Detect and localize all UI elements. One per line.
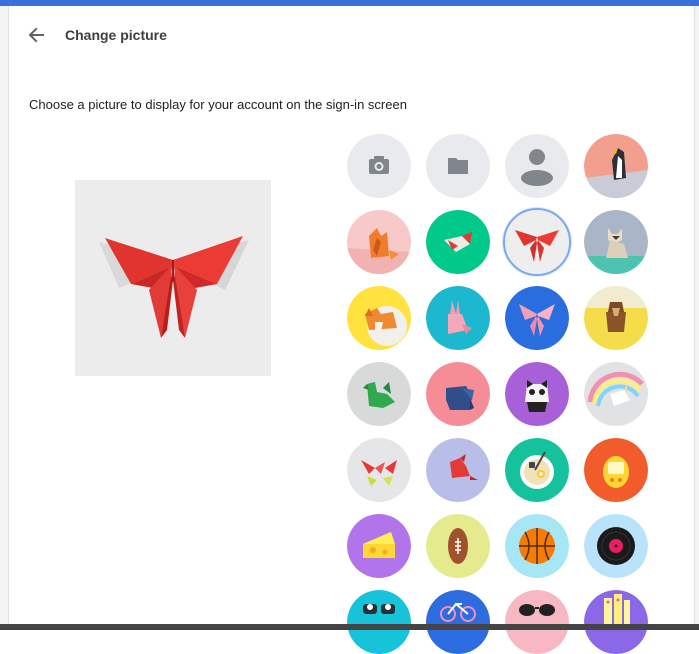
- window-right-edge: [694, 6, 699, 624]
- pet-toy-icon: [584, 438, 648, 502]
- origami-monkey[interactable]: [584, 286, 648, 350]
- origami-dragon[interactable]: [347, 362, 411, 426]
- sushi[interactable]: [347, 590, 411, 654]
- bicycle[interactable]: [426, 590, 490, 654]
- bird-icon: [426, 210, 490, 274]
- city-lights[interactable]: [584, 590, 648, 654]
- top-accent-bar: [0, 0, 699, 6]
- record-icon: [584, 514, 648, 578]
- origami-elephant[interactable]: [426, 362, 490, 426]
- origami-cranes[interactable]: [347, 438, 411, 502]
- cheese-icon: [347, 514, 411, 578]
- selected-picture-preview: [75, 180, 271, 376]
- origami-bird-green[interactable]: [426, 210, 490, 274]
- origami-penguin[interactable]: [584, 134, 648, 198]
- elephant-icon: [426, 362, 490, 426]
- cheese[interactable]: [347, 514, 411, 578]
- penguin-icon: [584, 134, 648, 198]
- page-description: Choose a picture to display for your acc…: [29, 97, 407, 112]
- origami-rabbit[interactable]: [426, 286, 490, 350]
- arrow-left-icon: [28, 27, 44, 43]
- panda-icon: [505, 362, 569, 426]
- butterfly-preview-image: [75, 180, 271, 376]
- vinyl-record[interactable]: [584, 514, 648, 578]
- crane-icon: [347, 438, 411, 502]
- football-icon: [426, 514, 490, 578]
- origami-panda[interactable]: [505, 362, 569, 426]
- sunglasses-icon: [505, 590, 569, 654]
- basketball-icon: [505, 514, 569, 578]
- origami-fox[interactable]: [347, 210, 411, 274]
- bird-icon: [426, 438, 490, 502]
- football[interactable]: [426, 514, 490, 578]
- sushi-icon: [347, 590, 411, 654]
- ramen-bowl[interactable]: [505, 438, 569, 502]
- unicorn-icon: [584, 362, 648, 426]
- dog-icon: [347, 286, 411, 350]
- person-icon: [505, 134, 569, 198]
- camera-option[interactable]: [347, 134, 411, 198]
- monkey-icon: [584, 286, 648, 350]
- city-icon: [584, 590, 648, 654]
- fox-icon: [347, 210, 411, 274]
- camera-icon: [347, 134, 411, 198]
- cat-icon: [584, 210, 648, 274]
- butterfly-icon: [505, 286, 569, 350]
- file-option[interactable]: [426, 134, 490, 198]
- origami-corgi[interactable]: [347, 286, 411, 350]
- rabbit-icon: [426, 286, 490, 350]
- bicycle-icon: [426, 590, 490, 654]
- origami-butterfly[interactable]: [503, 208, 571, 276]
- window-left-edge: [0, 6, 9, 624]
- basketball[interactable]: [505, 514, 569, 578]
- origami-cat[interactable]: [584, 210, 648, 274]
- sunglasses[interactable]: [505, 590, 569, 654]
- back-button[interactable]: [26, 25, 48, 45]
- folder-icon: [426, 134, 490, 198]
- dragon-icon: [347, 362, 411, 426]
- page-title: Change picture: [65, 27, 167, 43]
- bottom-taskbar-edge: [0, 624, 699, 630]
- virtual-pet[interactable]: [584, 438, 648, 502]
- butterfly-icon: [505, 210, 569, 274]
- origami-red-bird[interactable]: [426, 438, 490, 502]
- bowl-icon: [505, 438, 569, 502]
- default-profile-option[interactable]: [505, 134, 569, 198]
- origami-unicorn[interactable]: [584, 362, 648, 426]
- origami-butterfly-blue[interactable]: [505, 286, 569, 350]
